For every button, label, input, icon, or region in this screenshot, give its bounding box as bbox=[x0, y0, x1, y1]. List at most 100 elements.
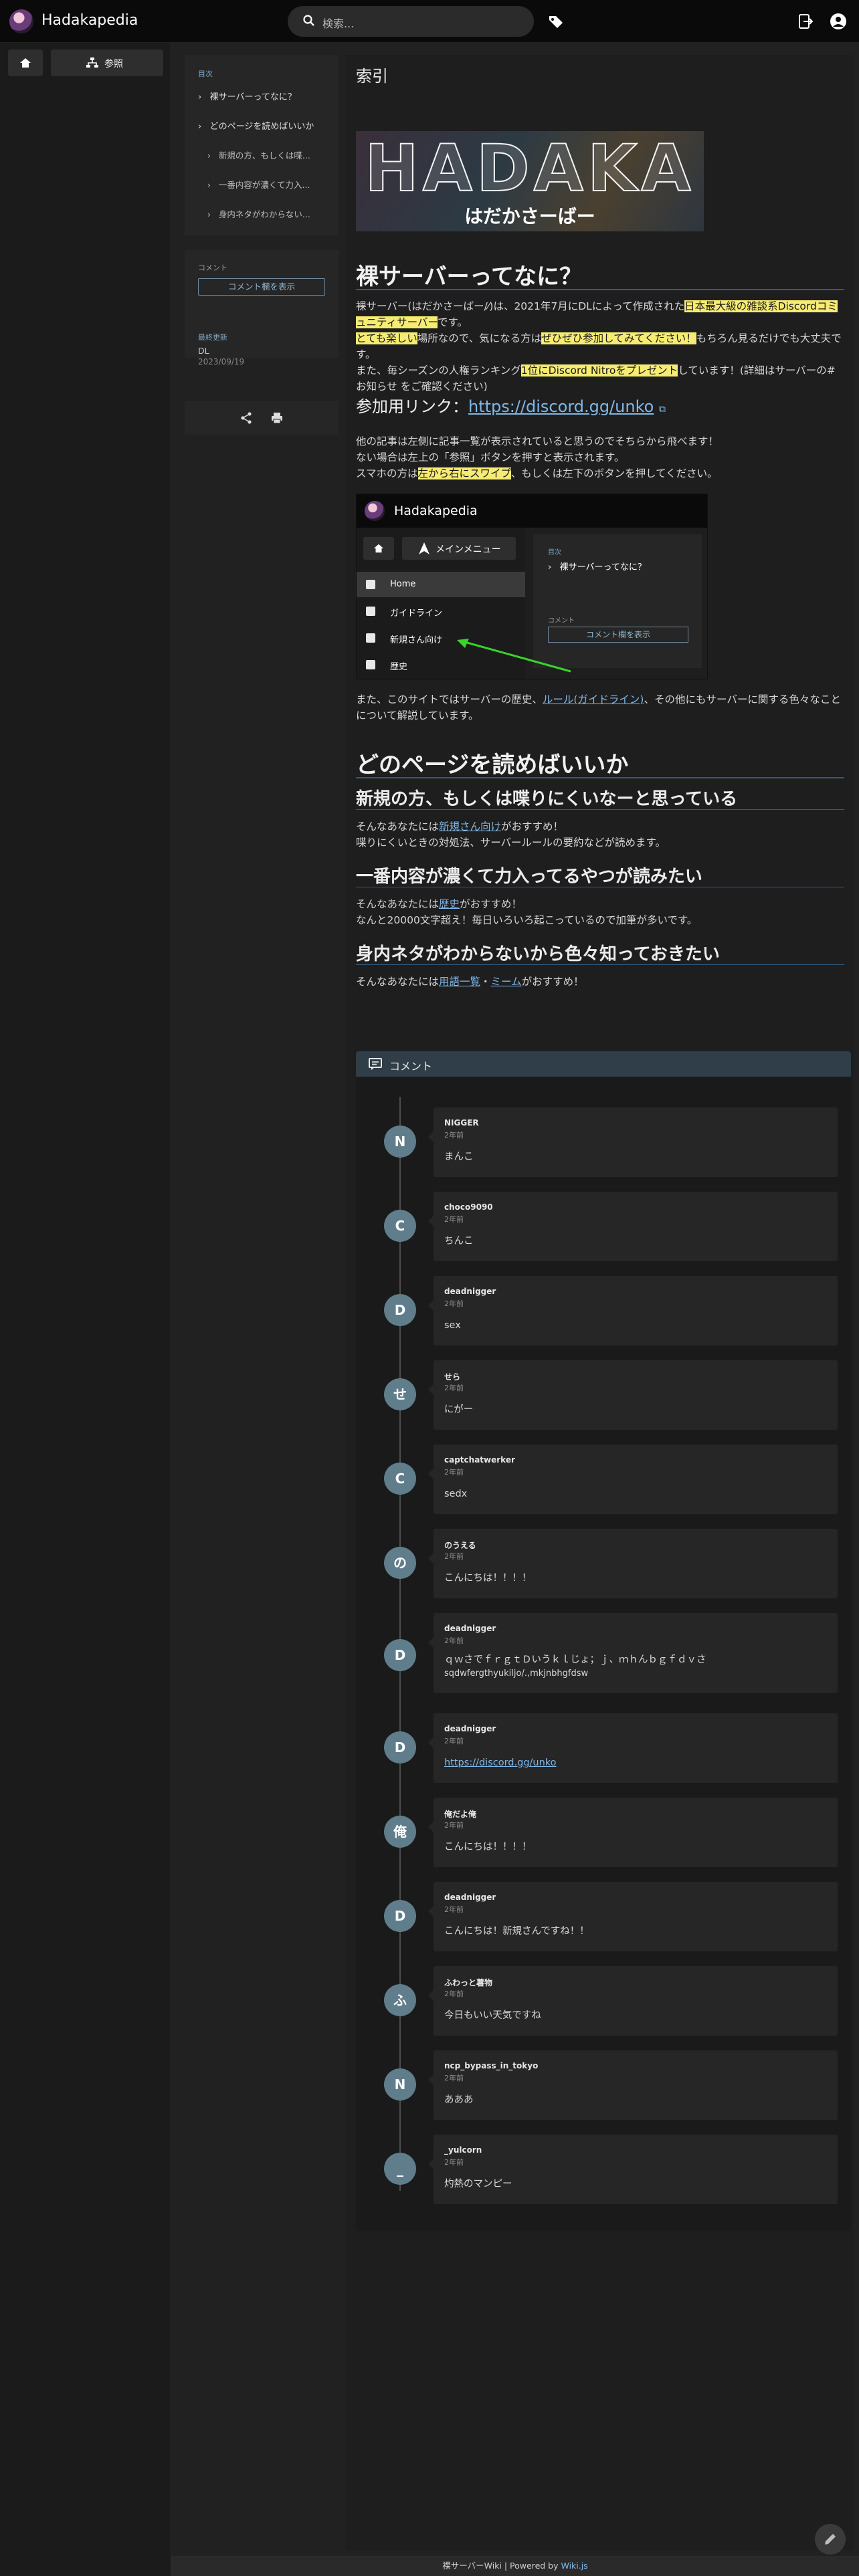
comment-avatar: の bbox=[384, 1547, 416, 1579]
comment-avatar: D bbox=[384, 1294, 416, 1326]
comment-item: deadnigger 2年前 こんにちは！新規さんですね！！ bbox=[428, 1882, 838, 1951]
tag-icon[interactable] bbox=[546, 12, 566, 31]
comment-text: こんにちは！新規さんですね！！ bbox=[444, 1926, 589, 1937]
banner-title: HADAKA bbox=[364, 131, 695, 207]
search-input[interactable]: 検索... bbox=[288, 6, 534, 37]
comment-author: deadnigger bbox=[444, 1893, 496, 1902]
comment-avatar: 俺 bbox=[384, 1816, 416, 1848]
history-paragraph: また、このサイトではサーバーの歴史、ルール(ガイドライン)、その他にもサーバーに… bbox=[356, 693, 841, 722]
comment-author: NIGGER bbox=[444, 1118, 479, 1128]
comment-author: ncp_bypass_in_tokyo bbox=[444, 2061, 539, 2070]
comment-time: 2年前 bbox=[444, 1384, 464, 1392]
comment-author: deadnigger bbox=[444, 1724, 496, 1733]
comment-item: deadnigger 2年前 sex bbox=[428, 1276, 838, 1346]
subheading-underline bbox=[356, 964, 844, 965]
comment-item: captchatwerker 2年前 sedx bbox=[428, 1444, 838, 1514]
comment-link[interactable]: https://discord.gg/unko bbox=[444, 1757, 557, 1768]
comment-item: choco9090 2年前 ちんこ bbox=[428, 1192, 838, 1261]
comment-avatar: ふ bbox=[384, 1984, 416, 2016]
comment-author: ふわっと薯物 bbox=[444, 1978, 493, 1988]
glossary-link[interactable]: 用語一覧 bbox=[439, 976, 480, 988]
page-icon bbox=[366, 633, 375, 643]
share-icon[interactable] bbox=[240, 411, 253, 425]
toc-item[interactable]: › 新規の方、もしくは喋... bbox=[207, 148, 341, 161]
comments-label: コメント bbox=[198, 263, 227, 272]
comments-heading: コメント bbox=[389, 1060, 433, 1073]
comment-item: _yulcorn 2年前 灼熱のマンピー bbox=[428, 2135, 838, 2204]
toc-item[interactable]: › どのページを読めばいいか bbox=[198, 119, 332, 132]
sitemap-icon bbox=[86, 58, 98, 68]
comment-author: 俺だよ俺 bbox=[444, 1810, 477, 1819]
toc-item[interactable]: › 身内ネタがわからない... bbox=[207, 207, 341, 220]
page-actions bbox=[185, 401, 339, 435]
section-heading: 裸サーバーってなに？ bbox=[356, 263, 582, 290]
updated-by[interactable]: DL bbox=[198, 346, 209, 356]
comment-time: 2年前 bbox=[444, 1299, 464, 1308]
guideline-link[interactable]: ルール(ガイドライン) bbox=[543, 693, 644, 706]
site-title[interactable]: Hadakapedia bbox=[41, 12, 138, 29]
home-button[interactable] bbox=[8, 49, 43, 76]
subsection-heading: 一番内容が濃くて力入ってるやつが読みたい bbox=[356, 867, 702, 887]
comment-text: https://discord.gg/unko bbox=[444, 1756, 826, 1769]
external-link-icon: ⧉ bbox=[658, 404, 666, 415]
navigation-help-paragraph: 他の記事は左側に記事一覧が表示されていると思うのでそちらから飛べます！ ない場合は… bbox=[356, 435, 719, 479]
comment-avatar: D bbox=[384, 1900, 416, 1932]
user-icon[interactable] bbox=[830, 13, 847, 30]
comment-item: NIGGER 2年前 まんこ bbox=[428, 1107, 838, 1177]
banner-image: HADAKA はだかさーばー bbox=[356, 131, 704, 231]
comment-time: 2年前 bbox=[444, 1215, 464, 1224]
comment-item: deadnigger 2年前 https://discord.gg/unko bbox=[428, 1713, 838, 1783]
pencil-icon bbox=[825, 2534, 836, 2545]
comment-avatar: N bbox=[384, 2068, 416, 2101]
edit-button[interactable] bbox=[815, 2524, 846, 2555]
logo-avatar[interactable] bbox=[9, 9, 33, 33]
comment-item: ふわっと薯物 2年前 今日もいい天気ですね bbox=[428, 1966, 838, 2036]
wikijs-link[interactable]: Wiki.js bbox=[561, 2561, 588, 2571]
subsection-heading: 新規の方、もしくは喋りにくいなーと思っている bbox=[356, 789, 738, 809]
page-icon bbox=[366, 660, 375, 669]
screenshot-nav-item: Home bbox=[357, 572, 525, 597]
top-bar: Hadakapedia 検索... bbox=[0, 0, 859, 43]
comment-avatar: D bbox=[384, 1639, 416, 1671]
meta-panel: コメント コメント欄を表示 最終更新 DL 2023/09/19 bbox=[185, 250, 339, 366]
home-icon bbox=[373, 544, 384, 553]
newcomer-link[interactable]: 新規さん向け bbox=[439, 821, 501, 833]
comment-item: deadnigger 2年前 ｑｗさでｆｒｇｔＤいうｋｌじょ；ｊ、ｍｈんｂｇｆｄｖさ… bbox=[428, 1613, 838, 1693]
reference-button[interactable]: 参照 bbox=[51, 49, 163, 76]
updated-label: 最終更新 bbox=[198, 333, 227, 342]
comments-header: コメント bbox=[356, 1051, 851, 1077]
comment-time: 2年前 bbox=[444, 1737, 464, 1745]
join-link-line: 参加用リンク：https://discord.gg/unko ⧉ bbox=[356, 397, 666, 416]
comment-text: ｑｗさでｆｒｇｔＤいうｋｌじょ；ｊ、ｍｈんｂｇｆｄｖさ sqdwfergthyuk… bbox=[444, 1654, 706, 1679]
screenshot-logo bbox=[365, 501, 385, 521]
toc-item[interactable]: › 一番内容が濃くて力入... bbox=[207, 178, 341, 191]
toc-heading: 目次 bbox=[198, 70, 213, 78]
comment-time: 2年前 bbox=[444, 1131, 464, 1140]
intro-paragraph: 裸サーバー(はだかさーばー/⁄)は、2021年7月にDLによって作成された日本最… bbox=[356, 300, 842, 360]
comment-time: 2年前 bbox=[444, 1468, 464, 1477]
comment-text: ちんこ bbox=[444, 1236, 474, 1247]
comment-item: せら 2年前にがー bbox=[428, 1360, 838, 1430]
login-icon[interactable] bbox=[796, 13, 814, 30]
comment-text: にがー bbox=[444, 1404, 474, 1415]
toc-panel: 目次 › 裸サーバーってなに？ › どのページを読めばいいか › 新規の方、もし… bbox=[185, 55, 339, 235]
history-recommend-paragraph: そんなあなたには歴史がおすすめ！ なんと20000文字超え！毎日いろいろ起こってい… bbox=[356, 898, 698, 926]
comment-text: こんにちは！！！！ bbox=[444, 1573, 532, 1584]
comment-avatar: D bbox=[384, 1731, 416, 1763]
newcomer-paragraph: そんなあなたには新規さん向けがおすすめ！ 喋りにくいときの対処法、サーバールールの… bbox=[356, 821, 666, 849]
print-icon[interactable] bbox=[270, 411, 284, 425]
toc-item[interactable]: › 裸サーバーってなに？ bbox=[198, 90, 332, 102]
comment-text: こんにちは！！！！ bbox=[444, 1842, 532, 1852]
comment-time: 2年前 bbox=[444, 2074, 464, 2082]
meme-link[interactable]: ミーム bbox=[491, 976, 522, 988]
join-link[interactable]: https://discord.gg/unko bbox=[468, 397, 654, 416]
comment-text: sex bbox=[444, 1320, 461, 1331]
comment-icon bbox=[369, 1058, 382, 1070]
history-link[interactable]: 歴史 bbox=[439, 898, 460, 910]
page-title: 索引 bbox=[356, 67, 388, 86]
show-comments-button[interactable]: コメント欄を表示 bbox=[198, 278, 325, 296]
comment-item: のうえる 2年前 こんにちは！！！！ bbox=[428, 1529, 838, 1598]
comment-author: せら bbox=[444, 1372, 461, 1382]
comment-item: 俺だよ俺 2年前 こんにちは！！！！ bbox=[428, 1798, 838, 1867]
heading-underline bbox=[356, 777, 844, 778]
